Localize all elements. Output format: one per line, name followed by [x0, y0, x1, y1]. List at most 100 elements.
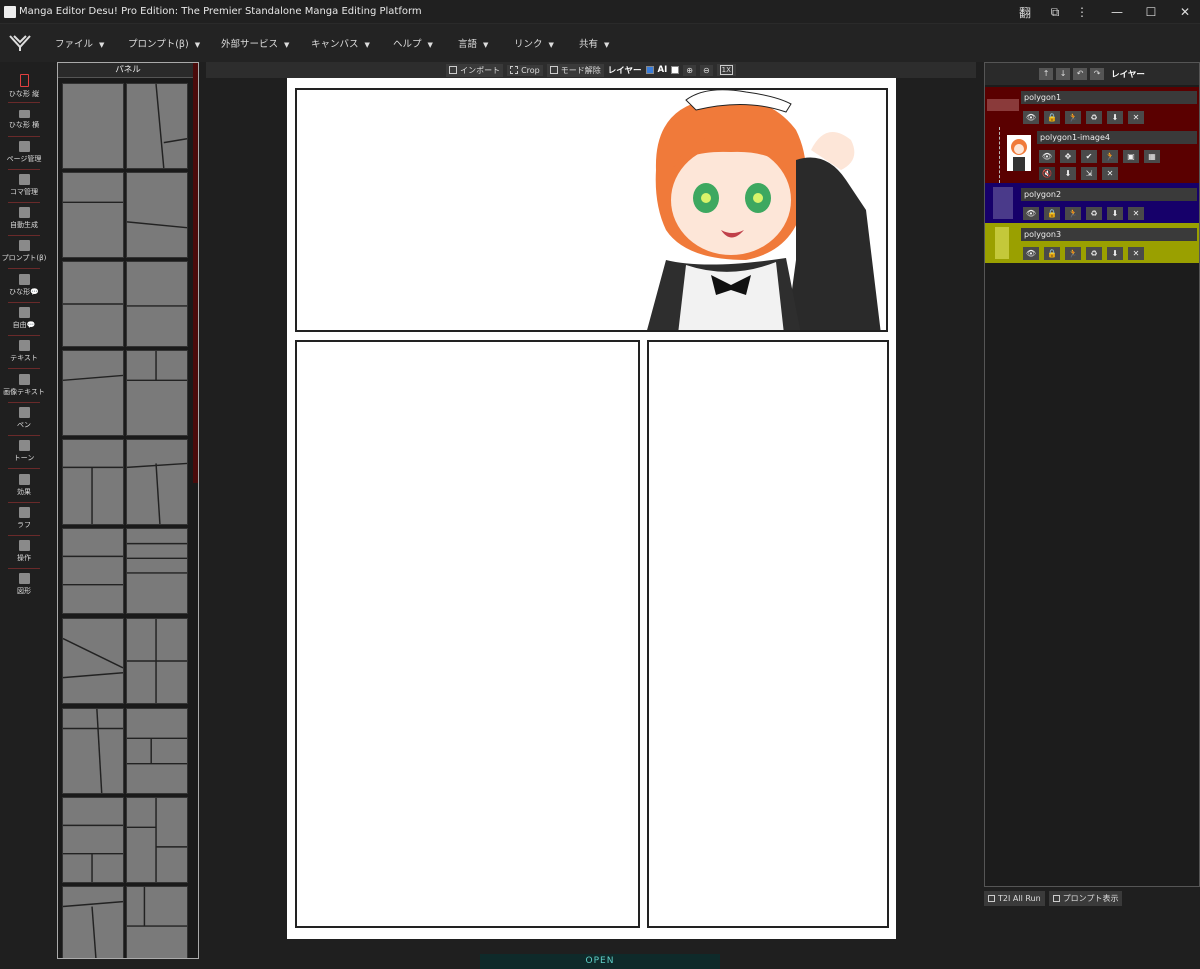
tool-tone[interactable]: トーン — [0, 436, 48, 469]
download-icon[interactable]: ⬇ — [1107, 207, 1123, 220]
run-icon[interactable]: 🏃 — [1102, 150, 1118, 163]
texture-icon[interactable]: ▦ — [1144, 150, 1160, 163]
panel-template-thumb[interactable] — [62, 797, 124, 883]
mute-icon[interactable]: 🔇 — [1039, 167, 1055, 180]
panel-template-thumb[interactable] — [62, 172, 124, 258]
visibility-icon[interactable]: 👁 — [1023, 247, 1039, 260]
tool-pen[interactable]: ペン — [0, 403, 48, 436]
tool-template-bubble[interactable]: ひな形💬 — [0, 270, 48, 303]
panel-template-thumb[interactable] — [62, 261, 124, 347]
run-icon[interactable]: 🏃 — [1065, 207, 1081, 220]
layer-polygon1-image4[interactable]: polygon1-image4 👁 ✥ ✔ 🏃 ▣ ▦ 🔇 ⬇ ⇲ ✕ — [985, 127, 1199, 183]
download-icon[interactable]: ⬇ — [1107, 111, 1123, 124]
panel-template-thumb[interactable] — [62, 350, 124, 436]
confirm-icon[interactable]: ✔ — [1081, 150, 1097, 163]
panel-template-thumb[interactable] — [126, 797, 188, 883]
tool-page-management[interactable]: ページ管理 — [0, 137, 48, 170]
run-icon[interactable]: 🏃 — [1065, 247, 1081, 260]
tool-auto-generate[interactable]: 自動生成 — [0, 203, 48, 236]
manga-page-canvas[interactable] — [287, 78, 896, 939]
download-icon[interactable]: ⬇ — [1060, 167, 1076, 180]
panel-template-thumb[interactable] — [62, 83, 124, 169]
close-button[interactable]: ✕ — [1170, 0, 1200, 24]
minimize-button[interactable]: — — [1102, 0, 1132, 24]
ai-checkbox[interactable] — [671, 66, 680, 74]
zoom-in-button[interactable]: ⊕ — [683, 64, 696, 76]
panel-template-thumb[interactable] — [126, 172, 188, 258]
more-menu-icon[interactable]: ⋮ — [1067, 0, 1097, 24]
reset-zoom-button[interactable]: 1X — [716, 64, 736, 76]
panel-template-thumb[interactable] — [62, 708, 124, 794]
panel-frame-2[interactable] — [295, 340, 640, 928]
tool-sketch[interactable]: ラフ — [0, 503, 48, 536]
panel-template-thumb[interactable] — [126, 83, 188, 169]
menu-language[interactable]: 言語 ▼ — [458, 36, 488, 50]
visibility-icon[interactable]: 👁 — [1023, 111, 1039, 124]
panel-frame-1[interactable] — [295, 88, 888, 332]
panel-template-thumb[interactable] — [126, 439, 188, 525]
zoom-out-button[interactable]: ⊖ — [699, 64, 713, 76]
recycle-icon[interactable]: ♻ — [1086, 247, 1102, 260]
frame-icon[interactable]: ▣ — [1123, 150, 1139, 163]
layer-polygon2[interactable]: polygon2 👁 🔒 🏃 ♻ ⬇ ✕ — [985, 183, 1199, 223]
tool-template-landscape[interactable]: ひな形 横 — [0, 104, 48, 137]
panel-frame-3[interactable] — [647, 340, 889, 928]
translate-icon[interactable]: 翻 — [1010, 0, 1040, 24]
lock-icon[interactable]: 🔒 — [1044, 111, 1060, 124]
recycle-icon[interactable]: ♻ — [1086, 111, 1102, 124]
panel-template-thumb[interactable] — [126, 261, 188, 347]
run-icon[interactable]: 🏃 — [1065, 111, 1081, 124]
tool-free-bubble[interactable]: 自由💬 — [0, 303, 48, 336]
menu-canvas[interactable]: キャンバス ▼ — [311, 36, 370, 50]
fit-icon[interactable]: ⇲ — [1081, 167, 1097, 180]
menu-links[interactable]: リンク ▼ — [514, 36, 554, 50]
visibility-icon[interactable]: 👁 — [1023, 207, 1039, 220]
download-icon[interactable]: ⬇ — [1107, 247, 1123, 260]
tool-prompt[interactable]: プロンプト(β) — [0, 236, 48, 269]
tool-text[interactable]: テキスト — [0, 336, 48, 369]
menu-external-services[interactable]: 外部サービス ▼ — [221, 36, 289, 50]
redo-icon[interactable]: ↷ — [1090, 68, 1105, 80]
menu-share[interactable]: 共有 ▼ — [579, 36, 609, 50]
tool-shapes[interactable]: 図形 — [0, 569, 48, 602]
menu-prompt[interactable]: プロンプト(β) ▼ — [128, 36, 200, 50]
maximize-button[interactable]: ☐ — [1136, 0, 1166, 24]
t2i-all-run-button[interactable]: T2I All Run — [984, 891, 1045, 906]
layer-polygon3[interactable]: polygon3 👁 🔒 🏃 ♻ ⬇ ✕ — [985, 223, 1199, 263]
panel-template-thumb[interactable] — [126, 886, 188, 958]
panel-template-thumb[interactable] — [62, 886, 124, 958]
delete-icon[interactable]: ✕ — [1128, 111, 1144, 124]
move-up-icon[interactable]: ↑ — [1039, 68, 1054, 80]
lock-icon[interactable]: 🔒 — [1044, 247, 1060, 260]
panel-template-thumb[interactable] — [126, 708, 188, 794]
delete-icon[interactable]: ✕ — [1102, 167, 1118, 180]
layer-checkbox[interactable] — [645, 66, 654, 74]
panel-template-thumb[interactable] — [62, 528, 124, 614]
tool-image-text[interactable]: 画像テキスト — [0, 370, 48, 403]
move-icon[interactable]: ✥ — [1060, 150, 1076, 163]
crop-button[interactable]: Crop — [507, 64, 543, 76]
undo-icon[interactable]: ↶ — [1073, 68, 1088, 80]
panel-template-thumb[interactable] — [126, 528, 188, 614]
panel-template-thumb[interactable] — [62, 439, 124, 525]
delete-icon[interactable]: ✕ — [1128, 207, 1144, 220]
panel-template-thumb[interactable] — [62, 618, 124, 704]
menu-help[interactable]: ヘルプ ▼ — [393, 36, 433, 50]
recycle-icon[interactable]: ♻ — [1086, 207, 1102, 220]
show-prompt-button[interactable]: プロンプト表示 — [1048, 891, 1123, 906]
menu-file[interactable]: ファイル ▼ — [55, 36, 104, 50]
tool-operation[interactable]: 操作 — [0, 536, 48, 569]
layer-polygon1[interactable]: polygon1 👁 🔒 🏃 ♻ ⬇ ✕ — [985, 87, 1199, 127]
panel-template-thumb[interactable] — [126, 618, 188, 704]
open-button[interactable]: OPEN — [480, 954, 720, 969]
move-down-icon[interactable]: ↓ — [1056, 68, 1071, 80]
panel-template-thumb[interactable] — [126, 350, 188, 436]
app-logo-icon[interactable] — [8, 33, 32, 53]
import-button[interactable]: インポート — [446, 63, 504, 77]
tool-effect[interactable]: 効果 — [0, 470, 48, 503]
panel-list-scrollbar[interactable] — [193, 63, 198, 483]
lock-icon[interactable]: 🔒 — [1044, 207, 1060, 220]
visibility-icon[interactable]: 👁 — [1039, 150, 1055, 163]
delete-icon[interactable]: ✕ — [1128, 247, 1144, 260]
extensions-icon[interactable]: ⧉ — [1040, 0, 1070, 24]
